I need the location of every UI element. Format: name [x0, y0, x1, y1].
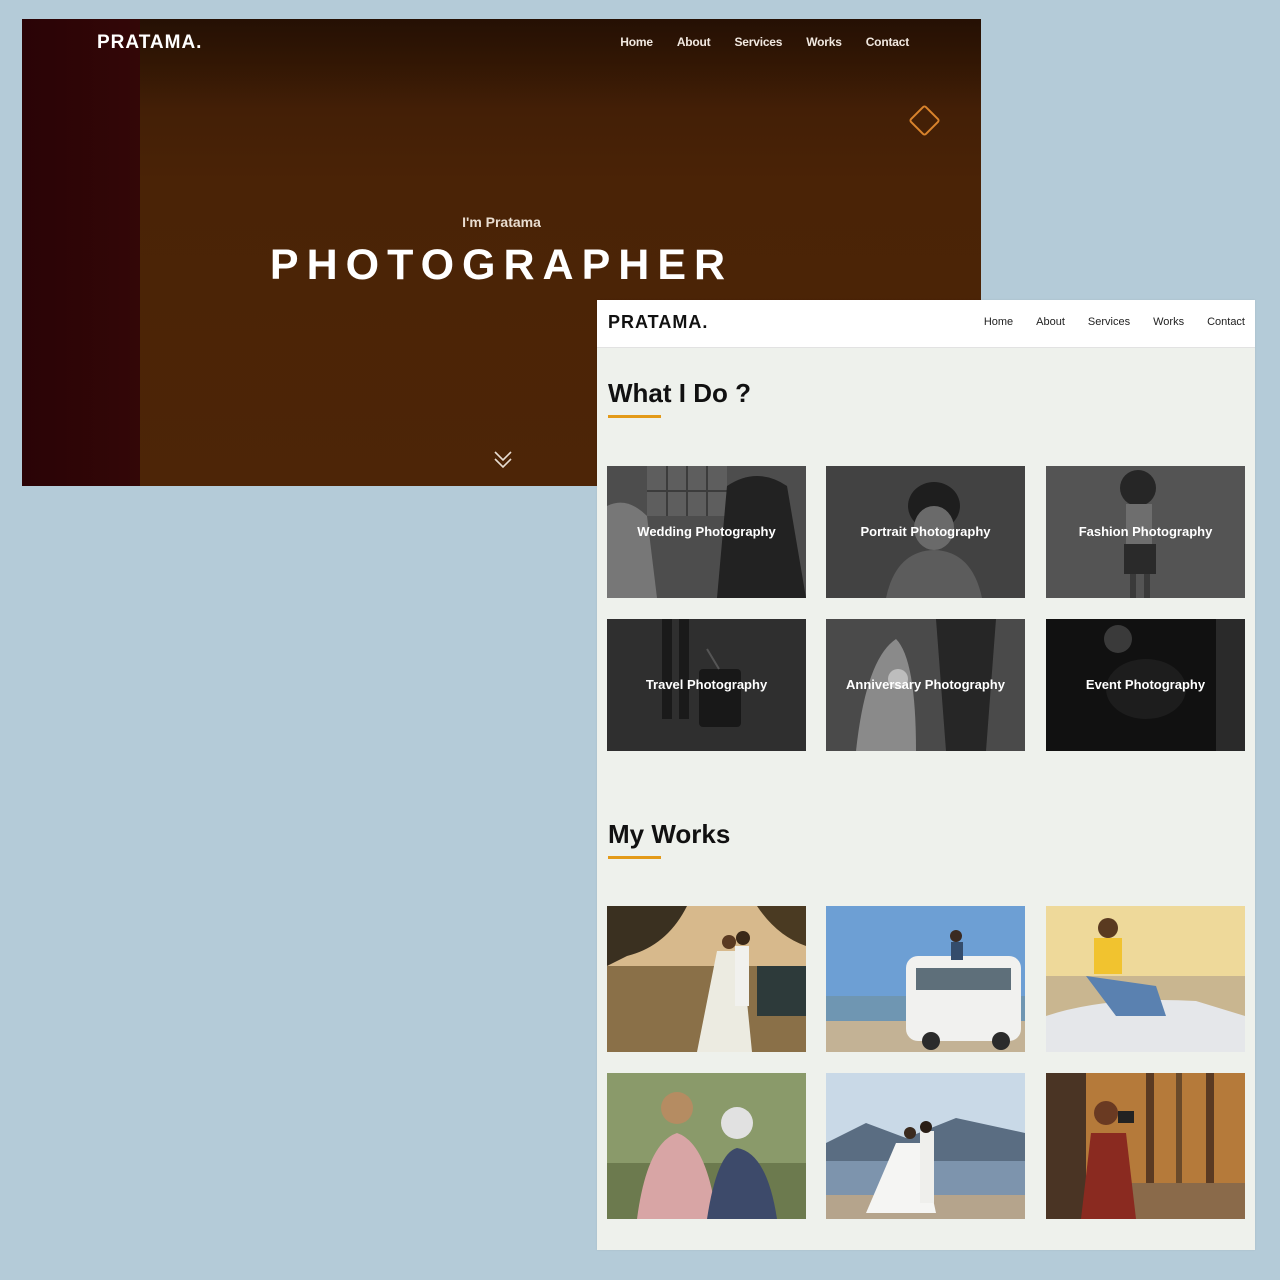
- service-label-event: Event Photography: [1085, 677, 1206, 692]
- service-card-wedding[interactable]: Wedding Photography: [607, 466, 806, 598]
- hero-nav-home[interactable]: Home: [620, 35, 653, 49]
- hero-nav-services[interactable]: Services: [734, 35, 782, 49]
- services-title-underline: [608, 415, 661, 418]
- service-label-portrait: Portrait Photography: [860, 524, 991, 539]
- work-photo-grandma[interactable]: [607, 1073, 806, 1219]
- work-photo-couple-sunset[interactable]: [607, 906, 806, 1052]
- woman-car-image: [1046, 906, 1245, 1052]
- page-nav-services[interactable]: Services: [1088, 316, 1130, 328]
- service-label-wedding: Wedding Photography: [637, 524, 776, 539]
- lake-couple-image: [826, 1073, 1025, 1219]
- chevron-down-icon[interactable]: [492, 449, 514, 471]
- service-card-event[interactable]: Event Photography: [1046, 619, 1245, 751]
- forest-photographer-image: [1046, 1073, 1245, 1219]
- work-photo-forest-photographer[interactable]: [1046, 1073, 1245, 1219]
- hero-nav: Home About Services Works Contact: [620, 35, 909, 49]
- hero-top-shade: [140, 19, 981, 109]
- hero-title: PHOTOGRAPHER: [269, 241, 734, 289]
- hero-intro: I'm Pratama: [462, 214, 541, 230]
- page-nav-home[interactable]: Home: [984, 316, 1013, 328]
- service-label-fashion: Fashion Photography: [1078, 524, 1213, 539]
- page-nav-about[interactable]: About: [1036, 316, 1065, 328]
- works-title-underline: [608, 856, 661, 859]
- works-title: My Works: [608, 819, 731, 849]
- service-card-anniversary[interactable]: Anniversary Photography: [826, 619, 1025, 751]
- hero-nav-works[interactable]: Works: [806, 35, 842, 49]
- diamond-icon: [908, 104, 941, 137]
- service-card-portrait[interactable]: Portrait Photography: [826, 466, 1025, 598]
- work-photo-lake-couple[interactable]: [826, 1073, 1025, 1219]
- hero-nav-about[interactable]: About: [677, 35, 711, 49]
- grandma-image: [607, 1073, 806, 1219]
- page-nav: Home About Services Works Contact: [984, 316, 1245, 328]
- service-label-anniversary: Anniversary Photography: [846, 677, 1005, 692]
- page-nav-contact[interactable]: Contact: [1207, 316, 1245, 328]
- hero-nav-contact[interactable]: Contact: [866, 35, 909, 49]
- van-beach-image: [826, 906, 1025, 1052]
- work-photo-woman-car[interactable]: [1046, 906, 1245, 1052]
- services-page-screen: PRATAMA. Home About Services Works Conta…: [597, 300, 1255, 1250]
- page-header: PRATAMA. Home About Services Works Conta…: [597, 300, 1255, 348]
- services-title: What I Do ?: [608, 378, 751, 408]
- page-logo[interactable]: PRATAMA.: [608, 312, 708, 333]
- hero-logo[interactable]: PRATAMA.: [97, 32, 202, 54]
- work-photo-van-beach[interactable]: [826, 906, 1025, 1052]
- page-nav-works[interactable]: Works: [1153, 316, 1184, 328]
- couple-sunset-image: [607, 906, 806, 1052]
- service-card-travel[interactable]: Travel Photography: [607, 619, 806, 751]
- service-label-travel: Travel Photography: [645, 677, 768, 692]
- service-card-fashion[interactable]: Fashion Photography: [1046, 466, 1245, 598]
